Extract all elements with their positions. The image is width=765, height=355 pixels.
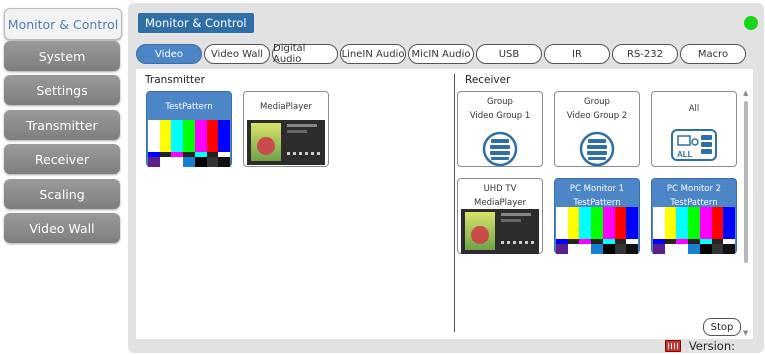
receiver-scrollbar[interactable]: ▲ ▼ <box>743 89 749 337</box>
receiver-tile-pc-monitor-1[interactable]: PC Monitor 1 TestPattern <box>554 178 640 254</box>
tile-line2: Video Group 1 <box>469 111 531 121</box>
tile-line1: Group <box>584 97 610 107</box>
content-panel: Transmitter Receiver TestPattern MediaPl… <box>136 69 753 339</box>
tile-line1: PC Monitor 2 <box>666 184 722 194</box>
tile-line1: UHD TV <box>483 184 517 194</box>
section-divider <box>454 74 455 332</box>
tile-line2: MediaPlayer <box>474 198 526 208</box>
sidebar: Monitor & Control System Settings Transm… <box>0 0 132 355</box>
tab-usb[interactable]: USB <box>476 44 542 64</box>
tile-line2: Video Group 2 <box>566 111 628 121</box>
scroll-down-icon[interactable]: ▼ <box>743 329 748 337</box>
test-pattern-thumbnail <box>148 120 231 167</box>
tab-micin-audio[interactable]: MicIN Audio <box>408 44 474 64</box>
receiver-tile-group-2[interactable]: Group Video Group 2 <box>554 91 640 167</box>
media-player-thumbnail <box>247 120 325 165</box>
nav-settings[interactable]: Settings <box>4 75 120 105</box>
svg-text:ALL: ALL <box>677 150 693 159</box>
test-pattern-thumbnail <box>653 207 736 254</box>
nav-video-wall[interactable]: Video Wall <box>4 213 120 243</box>
stop-button[interactable]: Stop <box>703 318 741 336</box>
nav-monitor-control[interactable]: Monitor & Control <box>4 8 122 40</box>
tab-digital-audio[interactable]: Digital Audio <box>272 43 338 65</box>
receiver-title: Receiver <box>465 74 511 86</box>
transmitter-tile-testpattern[interactable]: TestPattern <box>146 91 232 167</box>
group-icon <box>482 131 518 167</box>
tab-video[interactable]: Video <box>136 44 202 64</box>
tile-label: MediaPlayer <box>260 102 312 112</box>
footer: Version: <box>664 339 735 353</box>
tab-macro[interactable]: Macro <box>680 44 746 64</box>
scroll-up-icon[interactable]: ▲ <box>743 89 748 97</box>
media-player-thumbnail <box>461 209 539 254</box>
keyboard-icon[interactable] <box>664 340 681 352</box>
tab-video-wall[interactable]: Video Wall <box>204 44 270 64</box>
receiver-tile-group-1[interactable]: Group Video Group 1 <box>457 91 543 167</box>
group-icon <box>579 131 615 167</box>
transmitter-tile-mediaplayer[interactable]: MediaPlayer <box>243 91 329 167</box>
nav-receiver[interactable]: Receiver <box>4 144 120 174</box>
test-pattern-thumbnail <box>556 207 639 254</box>
tab-rs232[interactable]: RS-232 <box>612 44 678 64</box>
tile-line1: Group <box>487 97 513 107</box>
tab-linein-audio[interactable]: LineIN Audio <box>340 44 406 64</box>
status-indicator <box>744 16 758 30</box>
receiver-tile-pc-monitor-2[interactable]: PC Monitor 2 TestPattern <box>651 178 737 254</box>
scrollbar-thumb[interactable] <box>744 101 748 263</box>
nav-system[interactable]: System <box>4 41 120 71</box>
tile-label: TestPattern <box>165 102 213 112</box>
receiver-tile-uhd-tv[interactable]: UHD TV MediaPlayer <box>457 178 543 254</box>
nav-scaling[interactable]: Scaling <box>4 179 120 209</box>
tile-line1: All <box>688 104 700 114</box>
all-devices-icon: ALL <box>671 129 717 161</box>
nav-transmitter[interactable]: Transmitter <box>4 110 120 140</box>
tile-line1: PC Monitor 1 <box>569 184 625 194</box>
tab-ir[interactable]: IR <box>544 44 610 64</box>
transmitter-title: Transmitter <box>145 74 205 86</box>
main-panel: Monitor & Control Video Video Wall Digit… <box>128 3 764 353</box>
version-label: Version: <box>688 339 735 353</box>
receiver-tile-all[interactable]: All ALL <box>651 91 737 167</box>
page-title: Monitor & Control <box>138 13 254 33</box>
